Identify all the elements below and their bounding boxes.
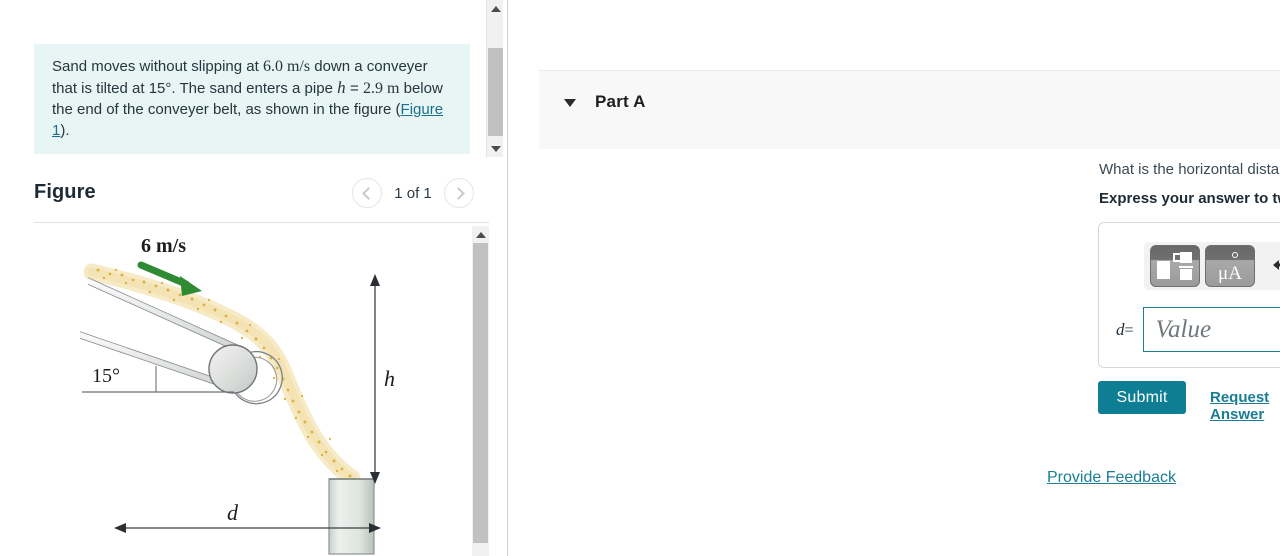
question-text: What is the horizontal distance d betwee… (1099, 158, 1280, 180)
figure-divider (34, 222, 489, 223)
answer-instruction: Express your answer to two significant f… (1099, 190, 1280, 207)
problem-text-segment-6: ). (60, 122, 70, 139)
problem-height-value: 2.9 m (363, 80, 400, 97)
problem-scrollbar[interactable] (486, 0, 503, 157)
figure-height-label: h (384, 366, 395, 391)
left-problem-panel: Sand moves without slipping at 6.0 m/s d… (0, 0, 507, 556)
problem-statement-text: Sand moves without slipping at 6.0 m/s d… (34, 44, 470, 154)
answer-variable-symbol: d (1116, 319, 1125, 339)
mastering-physics-problem-page: Sand moves without slipping at 6.0 m/s d… (0, 0, 1280, 556)
figure-prev-button[interactable] (352, 178, 382, 208)
figure-counter: 1 of 1 (394, 184, 432, 202)
figure-speed-label: 6 m/s (141, 235, 186, 257)
problem-variable-h: h (337, 78, 346, 97)
figure-scrollbar-thumb[interactable] (473, 243, 488, 543)
problem-speed-value: 6.0 m/s (262, 58, 311, 75)
figure-title: Figure (34, 181, 96, 203)
chevron-left-icon (361, 186, 375, 200)
answer-input-row: d= Value Units (1116, 307, 1280, 352)
problem-text-segment-3: . The sand enters a pipe (171, 80, 338, 97)
problem-statement-container: Sand moves without slipping at 6.0 m/s d… (34, 44, 470, 154)
problem-text-segment-4: = (345, 80, 363, 97)
scroll-up-arrow-icon[interactable] (472, 226, 489, 243)
scroll-up-arrow-icon[interactable] (487, 0, 504, 17)
math-toolbar: μA (1144, 242, 1280, 290)
right-answer-panel: Part A What is the horizontal distance d… (508, 0, 1280, 556)
math-template-button[interactable] (1150, 245, 1200, 287)
figure-next-button[interactable] (444, 178, 474, 208)
figure-distance-label: d (227, 500, 239, 525)
provide-feedback-link[interactable]: Provide Feedback (1047, 469, 1176, 487)
answer-entry-box: μA d= Value (1098, 222, 1280, 368)
figure-angle-label: 15° (92, 365, 120, 387)
request-answer-link[interactable]: Request Answer (1210, 389, 1280, 423)
figure-navigation: 1 of 1 (352, 178, 474, 208)
figure-header: Figure 1 of 1 (34, 178, 490, 218)
submit-button[interactable]: Submit (1098, 381, 1186, 414)
answer-equals-sign: = (1124, 321, 1134, 339)
conveyer-roller (208, 344, 258, 394)
part-a-label: Part A (595, 92, 646, 111)
undo-icon[interactable] (1260, 245, 1280, 287)
units-button[interactable]: μA (1205, 245, 1255, 287)
part-a-header[interactable]: Part A (539, 70, 1280, 149)
figure-scrollbar[interactable] (472, 226, 489, 556)
question-text-pre: What is the horizontal distance (1099, 161, 1280, 178)
figure-image-container[interactable]: 15° 6 m/s h d (34, 226, 472, 556)
conveyer-sand-pipe-diagram: 15° 6 m/s h d (79, 235, 395, 555)
scroll-down-arrow-icon[interactable] (487, 140, 504, 157)
problem-text-segment-1: Sand moves without slipping at (52, 58, 263, 75)
height-dimension (370, 274, 380, 484)
pipe-body (328, 478, 375, 555)
problem-angle-value: 15° (148, 80, 172, 97)
chevron-right-icon (451, 186, 465, 200)
answer-variable-label: d= (1116, 320, 1134, 340)
triangle-down-icon[interactable] (564, 99, 576, 107)
value-input[interactable]: Value (1142, 307, 1280, 352)
units-button-label: μA (1218, 263, 1242, 284)
problem-scrollbar-thumb[interactable] (488, 48, 503, 136)
